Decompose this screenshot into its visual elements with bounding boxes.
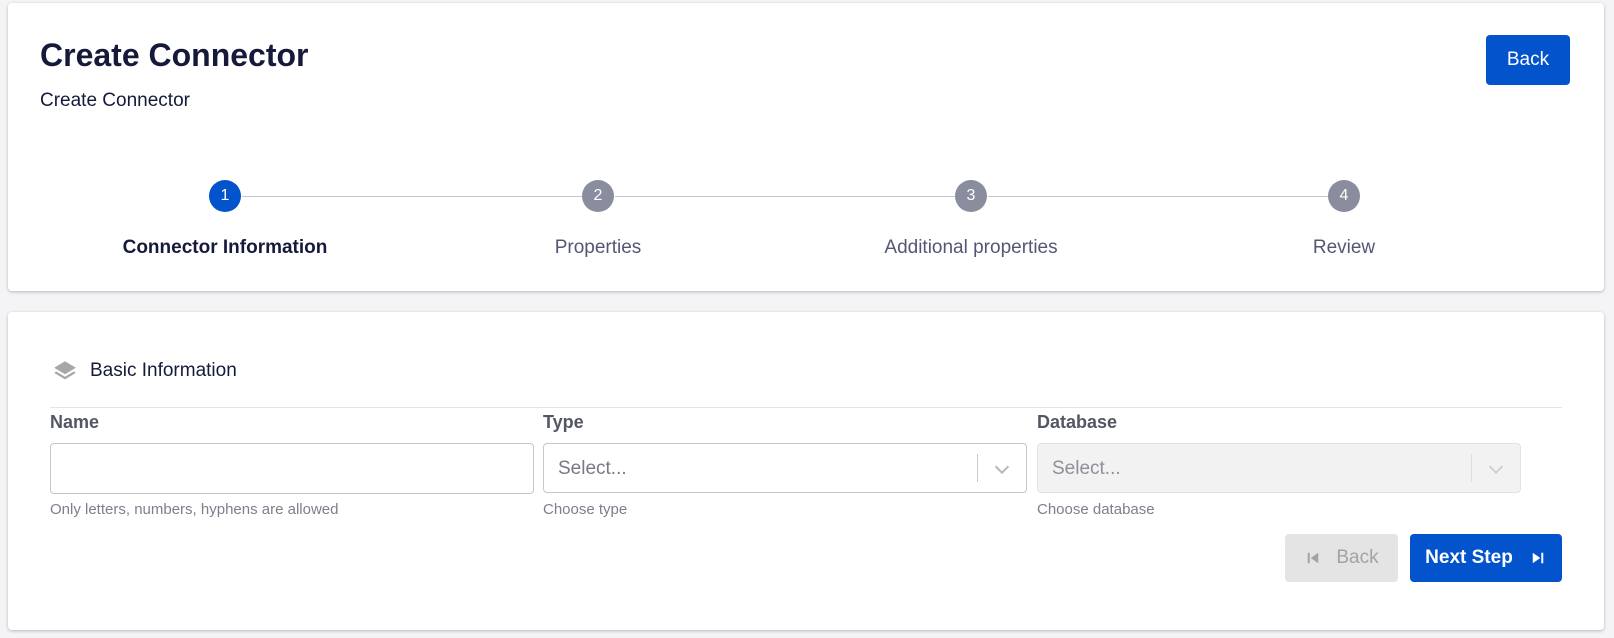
previous-step-button: Back xyxy=(1285,534,1398,582)
chevron-down-icon xyxy=(1488,465,1504,475)
step-1-indicator[interactable]: 1 xyxy=(209,180,241,212)
skip-previous-icon xyxy=(1308,552,1319,564)
step-connector-line xyxy=(615,196,956,197)
name-helper-text: Only letters, numbers, hyphens are allow… xyxy=(50,501,339,518)
type-helper-text: Choose type xyxy=(543,501,628,518)
skip-next-icon xyxy=(1532,552,1544,564)
section-header: Basic Information xyxy=(52,356,237,386)
database-select: Select... xyxy=(1037,443,1521,493)
form-card: Basic Information Name Only letters, num… xyxy=(8,312,1604,630)
section-title: Basic Information xyxy=(90,360,237,381)
database-select-placeholder: Select... xyxy=(1052,458,1121,479)
next-step-button[interactable]: Next Step xyxy=(1410,534,1562,582)
type-label: Type xyxy=(543,412,584,432)
layers-icon xyxy=(54,361,76,380)
name-field: Name Only letters, numbers, hyphens are … xyxy=(50,412,534,518)
select-separator xyxy=(977,454,978,482)
step-connector-line xyxy=(988,196,1329,197)
back-button[interactable]: Back xyxy=(1486,35,1570,85)
name-input[interactable] xyxy=(50,443,534,494)
step-4-label[interactable]: Review xyxy=(1194,237,1494,259)
select-separator xyxy=(1471,454,1472,482)
database-label: Database xyxy=(1037,412,1118,432)
step-connector-line xyxy=(242,196,583,197)
type-select-placeholder: Select... xyxy=(558,458,627,479)
page-subtitle: Create Connector xyxy=(40,90,190,111)
stepper: 1 2 3 4 Connector Information Properties… xyxy=(8,175,1604,265)
previous-step-label: Back xyxy=(1336,547,1379,568)
step-4-indicator[interactable]: 4 xyxy=(1328,180,1360,212)
database-helper-text: Choose database xyxy=(1037,501,1155,518)
step-2-label[interactable]: Properties xyxy=(448,237,748,259)
step-3-label[interactable]: Additional properties xyxy=(821,237,1121,259)
next-step-label: Next Step xyxy=(1425,547,1513,568)
chevron-down-icon[interactable] xyxy=(991,458,1013,480)
step-3-indicator[interactable]: 3 xyxy=(955,180,987,212)
step-2-indicator[interactable]: 2 xyxy=(582,180,614,212)
type-select[interactable]: Select... xyxy=(543,443,1027,493)
header-card: Create Connector Create Connector Back 1… xyxy=(8,3,1604,291)
section-divider xyxy=(50,407,1562,408)
database-field: Database Select... Choose database xyxy=(1037,412,1521,518)
page-title: Create Connector xyxy=(40,37,309,73)
step-1-label[interactable]: Connector Information xyxy=(75,237,375,259)
name-label: Name xyxy=(50,412,100,432)
type-field: Type Select... Choose type xyxy=(543,412,1027,518)
